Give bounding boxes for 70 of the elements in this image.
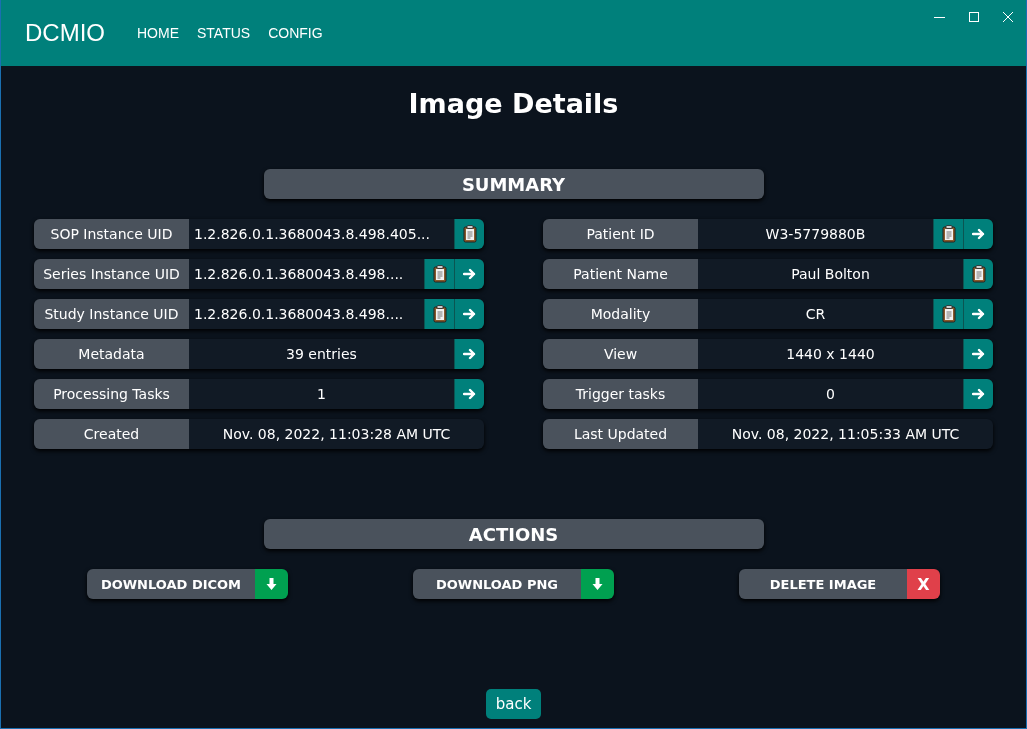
open-button[interactable] — [963, 219, 993, 249]
arrow-right-icon — [462, 308, 477, 320]
copy-button[interactable] — [963, 259, 993, 289]
delete-button[interactable]: X — [907, 569, 940, 599]
clipboard-icon — [971, 265, 986, 283]
open-button[interactable] — [963, 339, 993, 369]
field-value: 1.2.826.0.1.3680043.8.498.405... — [193, 225, 431, 244]
arrow-right-icon — [462, 268, 477, 280]
field-label: Metadata — [34, 339, 189, 369]
download-button[interactable] — [255, 569, 288, 599]
close-icon[interactable] — [1002, 10, 1014, 24]
arrow-right-icon — [462, 348, 477, 360]
open-button[interactable] — [454, 299, 484, 329]
field-value: W3-5779880B — [764, 225, 867, 244]
arrow-right-icon — [971, 228, 986, 240]
field-label: Trigger tasks — [543, 379, 698, 409]
open-button[interactable] — [963, 299, 993, 329]
clipboard-icon — [462, 225, 477, 243]
field-value: Nov. 08, 2022, 11:05:33 AM UTC — [730, 425, 961, 444]
field-label: SOP Instance UID — [34, 219, 189, 249]
copy-button[interactable] — [454, 219, 484, 249]
field-value: 1.2.826.0.1.3680043.8.498.... — [193, 305, 405, 324]
clipboard-icon — [432, 265, 447, 283]
action-button[interactable]: DELETE IMAGE — [739, 569, 907, 599]
clipboard-icon — [941, 305, 956, 323]
copy-button[interactable] — [933, 299, 963, 329]
field-label: View — [543, 339, 698, 369]
arrow-right-icon — [971, 308, 986, 320]
copy-button[interactable] — [424, 259, 454, 289]
nav-link[interactable]: HOME — [137, 25, 179, 41]
open-button[interactable] — [454, 379, 484, 409]
field-value: Paul Bolton — [790, 265, 871, 284]
field-label: Created — [34, 419, 189, 449]
brand-logo[interactable]: DCMIO — [25, 19, 105, 47]
arrow-right-icon — [971, 388, 986, 400]
clipboard-icon — [432, 305, 447, 323]
field-label: Study Instance UID — [34, 299, 189, 329]
field-label: Last Updated — [543, 419, 698, 449]
field-value: 1.2.826.0.1.3680043.8.498.... — [193, 265, 405, 284]
open-button[interactable] — [454, 259, 484, 289]
back-button[interactable]: back — [485, 689, 542, 719]
maximize-icon[interactable] — [968, 10, 980, 24]
nav-link[interactable]: STATUS — [197, 25, 251, 41]
copy-button[interactable] — [424, 299, 454, 329]
arrow-right-icon — [971, 348, 986, 360]
action-button[interactable]: DOWNLOAD DICOM — [87, 569, 255, 599]
copy-button[interactable] — [933, 219, 963, 249]
field-value: 39 entries — [285, 345, 358, 364]
download-arrow-icon — [592, 578, 603, 590]
field-label: Series Instance UID — [34, 259, 189, 289]
section-heading: ACTIONS — [263, 519, 764, 549]
field-value: 0 — [825, 385, 836, 404]
section-heading: SUMMARY — [263, 169, 764, 199]
field-value: 1 — [316, 385, 327, 404]
open-button[interactable] — [963, 379, 993, 409]
field-value: 1440 x 1440 — [785, 345, 876, 364]
open-button[interactable] — [454, 339, 484, 369]
field-label: Patient Name — [543, 259, 698, 289]
clipboard-icon — [941, 225, 956, 243]
field-value: Nov. 08, 2022, 11:03:28 AM UTC — [221, 425, 452, 444]
arrow-right-icon — [462, 388, 477, 400]
page-title: Image Details — [407, 88, 620, 119]
download-arrow-icon — [266, 578, 277, 590]
action-button[interactable]: DOWNLOAD PNG — [413, 569, 581, 599]
field-label: Patient ID — [543, 219, 698, 249]
download-button[interactable] — [581, 569, 614, 599]
field-value: CR — [804, 305, 827, 324]
field-label: Modality — [543, 299, 698, 329]
nav-link[interactable]: CONFIG — [268, 25, 323, 41]
field-label: Processing Tasks — [34, 379, 189, 409]
